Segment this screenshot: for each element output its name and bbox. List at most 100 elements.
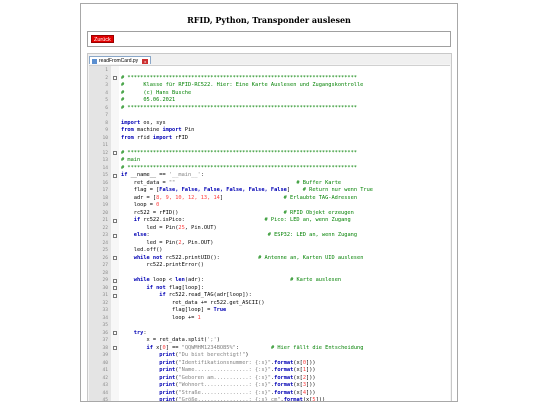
line-number: 21 — [102, 218, 108, 223]
code-line[interactable]: 12 # ************************************… — [89, 150, 450, 158]
code-token: "Identifikationsnummer: {:s}" — [178, 359, 271, 366]
code-line[interactable]: 16 ret_data = "" # Buffer Karte — [89, 180, 450, 188]
fold-toggle-icon[interactable] — [113, 331, 117, 336]
code-line[interactable]: 38 if x[0] == "QQWMHM1234BOB5%": # Hier … — [89, 345, 450, 353]
code-line[interactable]: 44 print("Straße...............: {:s}".f… — [89, 390, 450, 398]
code-line[interactable]: 35 — [89, 322, 450, 330]
code-line[interactable]: 30 if not flag[loop]: — [89, 285, 450, 293]
code-token: print — [159, 374, 176, 381]
code-text: x = ret_data.split(';') — [121, 337, 220, 345]
code-token: flag = [ — [121, 187, 160, 193]
code-token: # **************************************… — [121, 164, 357, 171]
tab-readfromcard[interactable]: readFromCard.py x — [89, 56, 152, 64]
code-line[interactable]: 13 # main — [89, 157, 450, 165]
code-line[interactable]: 34 loop += 1 — [89, 315, 450, 323]
code-line[interactable]: 22 led = Pin(25, Pin.OUT) — [89, 225, 450, 233]
code-token: loop = — [121, 202, 157, 208]
code-token: format — [274, 367, 294, 373]
fold-toggle-icon[interactable] — [113, 233, 117, 238]
code-line[interactable]: 33 flag[loop] = True — [89, 307, 450, 315]
code-token: # (c) Hans Busche — [121, 89, 192, 96]
code-line[interactable]: 27 rc522.printError() — [89, 262, 450, 270]
line-number: 14 — [102, 165, 108, 171]
code-line[interactable]: 24 led = Pin(2, Pin.OUT) — [89, 240, 450, 248]
code-token: 0 — [156, 202, 160, 208]
code-line[interactable]: 7 — [89, 112, 450, 120]
line-number: 19 — [102, 203, 108, 208]
fold-toggle-icon[interactable] — [113, 286, 117, 291]
fold-toggle-icon[interactable] — [113, 293, 117, 298]
code-token: : — [143, 329, 147, 336]
code-token: format — [274, 374, 294, 381]
back-button[interactable]: Zurück — [91, 35, 114, 43]
code-line[interactable]: 39 print("Du bist berechtigt!") — [89, 352, 450, 360]
code-text: print("Straße...............: {:s}".form… — [121, 390, 315, 398]
code-line[interactable]: 4 # (c) Hans Busche — [89, 90, 450, 98]
code-token: ])) — [315, 397, 326, 402]
code-token: from — [121, 134, 134, 141]
code-text: adr = [8, 9, 10, 12, 13, 14] # Erlaubte … — [121, 195, 357, 203]
line-number: 11 — [102, 143, 108, 148]
code-token: # **************************************… — [121, 149, 357, 156]
line-number: 39 — [102, 353, 108, 358]
code-line[interactable]: 32 ret_data += rc522.get_ASCII() — [89, 300, 450, 308]
code-line[interactable]: 1 — [89, 67, 450, 75]
code-line[interactable]: 41 print("Name.................: {:s}".f… — [89, 367, 450, 375]
fold-toggle-icon[interactable] — [113, 173, 117, 178]
code-line[interactable]: 5 # 05.06.2021 — [89, 97, 450, 105]
code-line[interactable]: 19 loop = 0 — [89, 202, 450, 210]
code-token: "Geboren am...........: {:s}" — [178, 374, 271, 381]
code-line[interactable]: 26 while not rc522.printUID(): # Antenne… — [89, 255, 450, 263]
line-number: 23 — [102, 233, 108, 238]
fold-toggle-icon[interactable] — [113, 346, 117, 351]
code-line[interactable]: 23 else: # ESP32: LED an, wenn Zugang — [89, 232, 450, 240]
code-line[interactable]: 20 rc522 = rFID() # RFID Objekt erzeugen — [89, 210, 450, 218]
editor-tab-bar: readFromCard.py x — [88, 54, 451, 64]
code-line[interactable]: 14 # ************************************… — [89, 165, 450, 173]
code-line[interactable]: 3 # Klasse für RFID-RC522. Hier: Eine Kar… — [89, 82, 450, 90]
code-line[interactable]: 6 # *************************************… — [89, 105, 450, 113]
code-token: import — [121, 119, 141, 126]
code-line[interactable]: 42 print("Geboren am...........: {:s}".f… — [89, 375, 450, 383]
code-line[interactable]: 40 print("Identifikationsnummer: {:s}".f… — [89, 360, 450, 368]
code-line[interactable]: 18 adr = [8, 9, 10, 12, 13, 14] # Erlaub… — [89, 195, 450, 203]
code-token: : — [200, 172, 204, 178]
code-token: # Erlaubte TAG-Adressen — [283, 194, 358, 201]
code-token: (x[ — [302, 397, 313, 402]
fold-toggle-icon[interactable] — [113, 76, 117, 81]
code-line[interactable]: 10 from rfid import rFID — [89, 135, 450, 143]
code-line[interactable]: 29 while loop < len(adr): # Karte ausles… — [89, 277, 450, 285]
code-text: if not flag[loop]: — [121, 285, 204, 293]
code-line[interactable]: 36 try: — [89, 330, 450, 338]
code-text: flag = [False, False, False, False, Fals… — [121, 187, 373, 195]
fold-toggle-icon[interactable] — [113, 256, 117, 261]
code-text: print("Größe................: {:s} cm".f… — [121, 397, 326, 402]
code-line[interactable]: 15 if __name__ == '__main__': — [89, 172, 450, 180]
fold-toggle-icon[interactable] — [113, 218, 117, 223]
code-line[interactable]: 37 x = ret_data.split(';') — [89, 337, 450, 345]
code-line[interactable]: 45 print("Größe................: {:s} cm… — [89, 397, 450, 402]
close-tab-icon[interactable]: x — [142, 58, 149, 64]
code-line[interactable]: 11 — [89, 142, 450, 150]
code-line[interactable]: 17 flag = [False, False, False, False, F… — [89, 187, 450, 195]
code-area[interactable]: 1 2 # ************************************… — [89, 65, 450, 402]
code-token: ] == — [165, 344, 182, 351]
code-line[interactable]: 21 if rc522.isPico: # Pico: LED an, wenn… — [89, 217, 450, 225]
fold-toggle-icon[interactable] — [113, 151, 117, 156]
fold-toggle-icon[interactable] — [113, 278, 117, 283]
code-token: ] — [219, 194, 284, 201]
code-line[interactable]: 31 if rc522.read_TAG(adr[loop]): — [89, 292, 450, 300]
code-text: ret_data = "" # Buffer Karte — [121, 180, 341, 188]
code-token: 8, 9, 10, 12, 13, 14 — [156, 194, 220, 201]
code-text: from rfid import rFID — [121, 135, 188, 143]
code-line[interactable]: 28 — [89, 270, 450, 278]
code-token: # Karte auslesen — [290, 277, 342, 283]
code-line[interactable]: 43 print("Wohnort..............: {:s}".f… — [89, 382, 450, 390]
code-line[interactable]: 8 import os, sys — [89, 120, 450, 128]
code-line[interactable]: 25 led.off() — [89, 247, 450, 255]
code-line[interactable]: 2 # *************************************… — [89, 75, 450, 83]
code-line[interactable]: 9 from machine import Pin — [89, 127, 450, 135]
line-number: 27 — [102, 263, 108, 268]
